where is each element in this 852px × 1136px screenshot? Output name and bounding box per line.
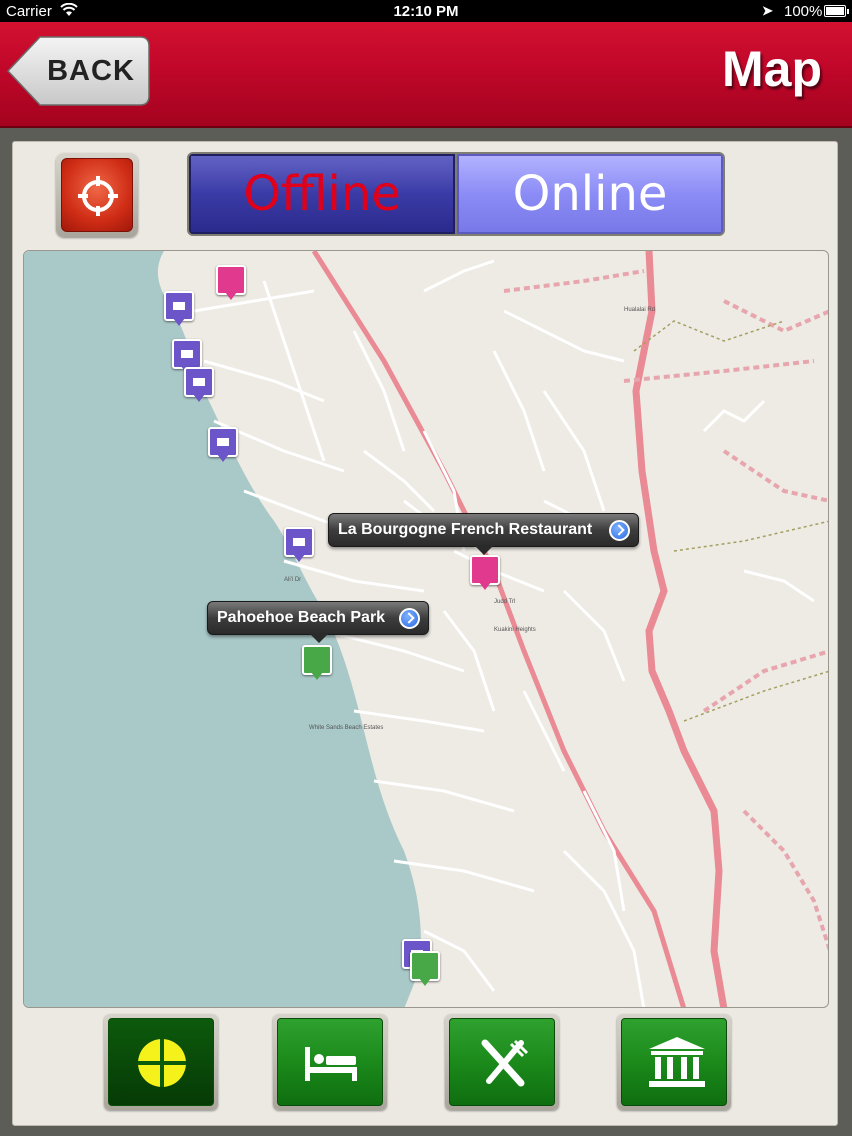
callout-pointer [310, 634, 328, 643]
filter-all-face [108, 1018, 214, 1106]
pin-tail [217, 454, 229, 462]
restaurant-pin[interactable] [216, 265, 246, 300]
filter-attractions-button[interactable] [617, 1014, 731, 1110]
filter-restaurants-button[interactable] [445, 1014, 559, 1110]
callout-pointer [475, 546, 493, 555]
hotel-marker-icon [164, 291, 194, 321]
map-view[interactable]: Ali'i Dr Kuakini Heights Judd Trl White … [23, 250, 829, 1008]
content-panel: Offline Online Ali'i Dr Kuakini Heights … [12, 141, 838, 1126]
street-label-judd: Judd Trl [494, 599, 515, 605]
street-label-kuakini: Kuakini Heights [494, 627, 536, 633]
callout-title: La Bourgogne French Restaurant [338, 521, 593, 538]
hotel-marker-icon [184, 367, 214, 397]
restaurant-marker-icon [470, 555, 500, 585]
hotel-marker-icon [172, 339, 202, 369]
dotted-road-a [503, 269, 645, 293]
pin-tail [225, 292, 237, 300]
dotted-road-f [723, 299, 828, 334]
pin-tail [193, 394, 205, 402]
pin-tail [311, 672, 323, 680]
locate-button[interactable] [56, 153, 138, 237]
hotel-pin[interactable] [164, 291, 194, 326]
building-icon [293, 538, 305, 546]
offline-label: Offline [243, 166, 401, 222]
dotted-road-c [722, 449, 828, 503]
filter-attractions-face [621, 1018, 727, 1106]
offline-segment[interactable]: Offline [189, 154, 455, 234]
hotel-marker-icon [284, 527, 314, 557]
pin-tail [293, 554, 305, 562]
restaurant-pin[interactable] [470, 555, 500, 590]
disclosure-chevron-icon[interactable] [609, 520, 630, 541]
pin-tail [419, 978, 431, 986]
back-button-label: BACK [47, 55, 135, 87]
battery-tip [847, 9, 849, 14]
pin-tail [479, 582, 491, 590]
park-pin[interactable] [410, 951, 440, 986]
clock: 12:10 PM [393, 3, 459, 20]
street-label-white-sands: White Sands Beach Estates [309, 725, 383, 731]
back-button[interactable]: BACK [6, 36, 150, 106]
location-arrow-icon: ➤ [762, 3, 773, 18]
mountain-highway [632, 251, 728, 1007]
park-marker-icon [410, 951, 440, 981]
crosshair-circle-icon [138, 1039, 186, 1087]
disclosure-chevron-icon[interactable] [399, 608, 420, 629]
crosshair-icon [78, 176, 118, 216]
hotel-pin[interactable] [284, 527, 314, 562]
callout-title: Pahoehoe Beach Park [217, 609, 386, 626]
building-icon [217, 438, 229, 446]
trail-a [633, 320, 785, 352]
dotted-road-e [742, 809, 828, 952]
museum-icon [649, 1037, 705, 1087]
street-label-hualalai: Hualalai Rd [624, 307, 655, 313]
building-icon [173, 302, 185, 310]
restaurant-marker-icon [216, 265, 246, 295]
navigation-bar: BACK Map [0, 22, 852, 128]
hotel-pin[interactable] [184, 367, 214, 402]
filter-all-button[interactable] [104, 1014, 218, 1110]
trail-b [673, 520, 828, 552]
battery-icon [824, 5, 846, 17]
filter-restaurants-face [449, 1018, 555, 1106]
hotel-marker-icon [208, 427, 238, 457]
battery-percent: 100% [784, 3, 823, 20]
locate-button-face [61, 158, 133, 232]
pin-tail [173, 318, 185, 326]
page-title: Map [722, 41, 822, 97]
map-callout-park[interactable]: Pahoehoe Beach Park [207, 601, 429, 643]
map-callout-restaurant[interactable]: La Bourgogne French Restaurant [328, 513, 639, 555]
dotted-road-b [623, 359, 815, 383]
street-label-aliI: Ali'i Dr [284, 577, 301, 583]
park-pin[interactable] [302, 645, 332, 680]
building-icon [181, 350, 193, 358]
filter-hotels-button[interactable] [273, 1014, 387, 1110]
dotted-road-d [702, 649, 828, 713]
filter-hotels-face [277, 1018, 383, 1106]
bed-icon [305, 1047, 357, 1081]
map-mode-segmented-control: Offline Online [187, 152, 725, 236]
online-segment[interactable]: Online [457, 154, 723, 234]
status-bar: Carrier 12:10 PM ➤ 100% [0, 0, 852, 22]
trail-c [683, 670, 828, 722]
online-label: Online [512, 166, 668, 222]
hotel-pin[interactable] [208, 427, 238, 462]
building-icon [193, 378, 205, 386]
fork-knife-icon [481, 1039, 529, 1087]
park-marker-icon [302, 645, 332, 675]
